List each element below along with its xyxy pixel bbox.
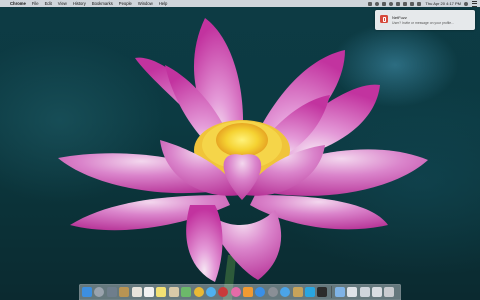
battery-icon[interactable] [417, 1, 422, 6]
chrome-extension-icon[interactable] [368, 1, 373, 6]
photos-icon[interactable] [131, 287, 142, 297]
notes-icon[interactable] [156, 287, 167, 297]
maps-icon[interactable] [181, 287, 192, 297]
messages-icon[interactable] [205, 287, 216, 297]
menu-people[interactable]: People [119, 0, 132, 7]
contacts-icon[interactable] [168, 287, 179, 297]
desktop-wallpaper [0, 0, 480, 300]
finder-icon[interactable] [82, 287, 92, 297]
photobooth-icon[interactable] [218, 287, 229, 297]
books-icon[interactable] [119, 287, 130, 297]
menu-edit[interactable]: Edit [45, 0, 52, 7]
app-store-icon[interactable] [255, 287, 266, 297]
menu-chrome[interactable]: Chrome [10, 0, 26, 7]
mission-control-icon[interactable] [106, 287, 117, 297]
terminal-icon[interactable] [317, 287, 328, 297]
notification-app-icon [380, 15, 388, 23]
document-stack-icon[interactable] [347, 287, 358, 297]
calendar-icon[interactable] [143, 287, 154, 297]
dock-separator [330, 286, 332, 298]
system-preferences-icon[interactable] [267, 287, 278, 297]
menu-view[interactable]: View [58, 0, 67, 7]
preview-icon[interactable] [292, 287, 303, 297]
folder-stack-icon[interactable] [371, 287, 382, 297]
chrome-icon[interactable] [193, 287, 204, 297]
notification-banner[interactable]: NetFuzz User? Invite or message on your … [375, 10, 475, 30]
music-icon[interactable] [230, 287, 241, 297]
notification-body: User? Invite or message on your profile.… [392, 21, 455, 25]
notification-title: NetFuzz [392, 15, 407, 20]
volume-icon[interactable] [410, 1, 415, 6]
status-area: Thu Apr 20 4:17 PM [365, 0, 477, 7]
menu-window[interactable]: Window [138, 0, 153, 7]
menu-help[interactable]: Help [159, 0, 168, 7]
spotlight-icon[interactable] [464, 1, 468, 6]
menu-bookmarks[interactable]: Bookmarks [92, 0, 113, 7]
user-icon[interactable] [375, 1, 380, 6]
trash-icon[interactable] [384, 287, 395, 297]
menu-bar: Chrome File Edit View History Bookmarks … [0, 0, 480, 7]
launchpad-icon[interactable] [94, 287, 105, 297]
wifi-icon[interactable] [396, 1, 401, 6]
ibooks-icon[interactable] [243, 287, 254, 297]
menu-file[interactable]: File [32, 0, 39, 7]
safari-icon[interactable] [280, 287, 291, 297]
downloads-folder-icon[interactable] [334, 287, 345, 297]
vpn-icon[interactable] [382, 1, 387, 6]
sync-icon[interactable] [389, 1, 394, 6]
lotus-flower-image [58, 18, 428, 300]
notification-center-icon[interactable] [472, 0, 477, 7]
bluetooth-icon[interactable] [403, 1, 408, 6]
dock [79, 284, 401, 300]
menu-history[interactable]: History [73, 0, 86, 7]
skype-icon[interactable] [305, 287, 316, 297]
screenshot-stack-icon[interactable] [359, 287, 370, 297]
menubar-clock[interactable]: Thu Apr 20 4:17 PM [425, 1, 461, 6]
